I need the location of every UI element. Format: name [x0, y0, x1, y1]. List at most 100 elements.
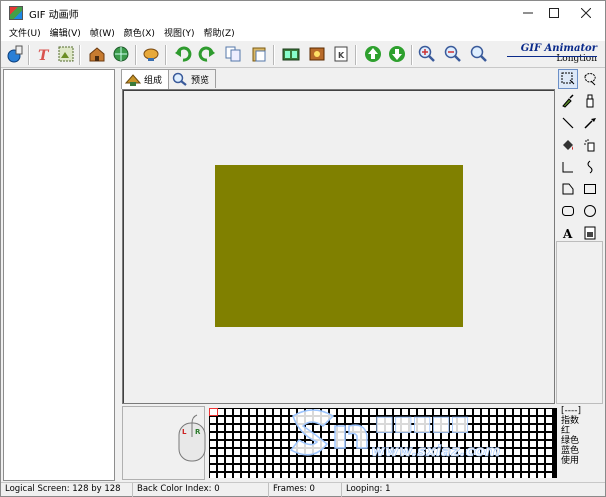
- palette-cell[interactable]: [234, 417, 240, 423]
- palette-cell[interactable]: [386, 425, 392, 431]
- palette-cell[interactable]: [482, 417, 488, 423]
- palette-cell[interactable]: [410, 465, 416, 471]
- palette-cell[interactable]: [434, 409, 440, 415]
- palette-cell[interactable]: [314, 417, 320, 423]
- palette-cell[interactable]: [482, 425, 488, 431]
- palette-cell[interactable]: [378, 433, 384, 439]
- palette-cell[interactable]: [434, 433, 440, 439]
- palette-cell[interactable]: [514, 473, 520, 478]
- palette-cell[interactable]: [290, 425, 296, 431]
- palette-cell[interactable]: [266, 409, 272, 415]
- palette-cell[interactable]: [234, 441, 240, 447]
- palette-cell[interactable]: [250, 441, 256, 447]
- palette-cell[interactable]: [306, 409, 312, 415]
- palette-cell[interactable]: [394, 433, 400, 439]
- palette-cell[interactable]: [298, 409, 304, 415]
- palette-cell[interactable]: [362, 425, 368, 431]
- palette-cell[interactable]: [498, 425, 504, 431]
- palette-cell[interactable]: [354, 417, 360, 423]
- palette-cell[interactable]: [490, 473, 496, 478]
- palette-cell[interactable]: [514, 449, 520, 455]
- palette-cell[interactable]: [402, 473, 408, 478]
- move-down-button[interactable]: [387, 44, 407, 64]
- palette-cell[interactable]: [322, 465, 328, 471]
- palette-cell[interactable]: [458, 417, 464, 423]
- palette-cell[interactable]: [338, 449, 344, 455]
- palette-cell[interactable]: [242, 441, 248, 447]
- palette-cell[interactable]: [274, 473, 280, 478]
- palette-cell[interactable]: [346, 409, 352, 415]
- palette-cell[interactable]: [362, 457, 368, 463]
- lasso-tool[interactable]: [580, 69, 600, 89]
- palette-cell[interactable]: [434, 441, 440, 447]
- palette-cell[interactable]: [458, 441, 464, 447]
- palette-cell[interactable]: [330, 433, 336, 439]
- palette-cell[interactable]: [378, 465, 384, 471]
- palette-cell[interactable]: [274, 417, 280, 423]
- palette-cell[interactable]: [266, 425, 272, 431]
- palette-cell[interactable]: [282, 449, 288, 455]
- palette-cell[interactable]: [482, 473, 488, 478]
- palette-cell[interactable]: [266, 417, 272, 423]
- palette-cell[interactable]: [218, 425, 224, 431]
- palette-cell[interactable]: [378, 449, 384, 455]
- palette-cell[interactable]: [386, 449, 392, 455]
- palette-cell[interactable]: [234, 457, 240, 463]
- palette-cell[interactable]: [346, 417, 352, 423]
- palette-cell[interactable]: [450, 425, 456, 431]
- palette-cell[interactable]: [474, 417, 480, 423]
- palette-cell[interactable]: [218, 433, 224, 439]
- palette-cell[interactable]: [386, 417, 392, 423]
- palette-cell[interactable]: [498, 465, 504, 471]
- palette-cell[interactable]: [346, 449, 352, 455]
- palette-cell[interactable]: [322, 441, 328, 447]
- palette-cell[interactable]: [218, 457, 224, 463]
- palette-cell[interactable]: [490, 441, 496, 447]
- palette-cell[interactable]: [474, 465, 480, 471]
- palette-cell[interactable]: [442, 425, 448, 431]
- palette-cell[interactable]: [506, 465, 512, 471]
- palette-cell[interactable]: [410, 473, 416, 478]
- zoom-out-button[interactable]: [443, 44, 463, 64]
- frame-edit-button[interactable]: K: [331, 44, 351, 64]
- palette-cell[interactable]: [338, 473, 344, 478]
- palette-cell[interactable]: [218, 441, 224, 447]
- palette-cell[interactable]: [290, 457, 296, 463]
- palette-cell[interactable]: [394, 457, 400, 463]
- palette-cell[interactable]: [410, 433, 416, 439]
- palette-cell[interactable]: [210, 473, 216, 478]
- palette-cell[interactable]: [490, 449, 496, 455]
- palette-cell[interactable]: [538, 433, 544, 439]
- palette-cell[interactable]: [226, 433, 232, 439]
- palette-cell[interactable]: [226, 449, 232, 455]
- palette-cell[interactable]: [546, 409, 552, 415]
- palette-cell[interactable]: [418, 465, 424, 471]
- palette-cell[interactable]: [378, 441, 384, 447]
- tab-compose[interactable]: 组成: [121, 69, 170, 89]
- palette-cell[interactable]: [226, 409, 232, 415]
- palette-cell[interactable]: [490, 433, 496, 439]
- palette-cell[interactable]: [522, 465, 528, 471]
- palette-cell[interactable]: [530, 441, 536, 447]
- palette-cell[interactable]: [442, 465, 448, 471]
- palette-cell[interactable]: [530, 465, 536, 471]
- palette-cell[interactable]: [386, 409, 392, 415]
- insert-frame-button[interactable]: [307, 44, 327, 64]
- palette-cell[interactable]: [402, 449, 408, 455]
- palette-cell[interactable]: [338, 465, 344, 471]
- palette-cell[interactable]: [394, 473, 400, 478]
- palette-cell[interactable]: [506, 473, 512, 478]
- palette-cell[interactable]: [242, 417, 248, 423]
- palette-cell[interactable]: [418, 409, 424, 415]
- palette-cell[interactable]: [226, 465, 232, 471]
- palette-cell[interactable]: [346, 425, 352, 431]
- palette-cell[interactable]: [250, 473, 256, 478]
- palette-cell[interactable]: [298, 441, 304, 447]
- palette-cell[interactable]: [466, 425, 472, 431]
- palette-cell[interactable]: [330, 417, 336, 423]
- palette-cell[interactable]: [482, 441, 488, 447]
- palette-cell[interactable]: [250, 465, 256, 471]
- palette-cell[interactable]: [346, 433, 352, 439]
- palette-cell[interactable]: [370, 449, 376, 455]
- zoom-fit-button[interactable]: [469, 44, 489, 64]
